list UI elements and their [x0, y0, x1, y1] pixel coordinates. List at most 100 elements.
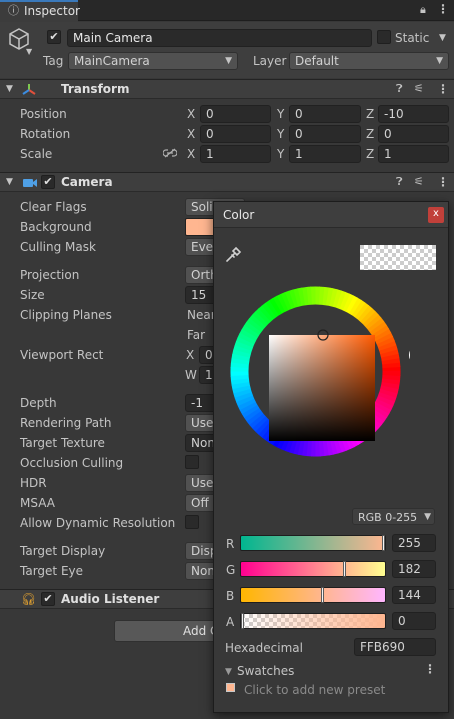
- scale-label: Scale: [20, 147, 53, 161]
- r-slider-handle[interactable]: [382, 535, 385, 551]
- scale-z-input[interactable]: 1: [378, 145, 449, 163]
- target-display-label: Target Display: [20, 544, 106, 558]
- occlusion-culling-checkbox[interactable]: [185, 455, 199, 469]
- clear-flags-label: Clear Flags: [20, 200, 87, 214]
- scale-y-input[interactable]: 1: [289, 145, 361, 163]
- depth-label: Depth: [20, 396, 57, 410]
- scale-x-input[interactable]: 1: [200, 145, 271, 163]
- allow-dynamic-resolution-checkbox[interactable]: [185, 515, 199, 529]
- position-y-input[interactable]: 0: [289, 105, 361, 123]
- hue-wheel[interactable]: [221, 277, 410, 466]
- axis-x-label: X: [187, 107, 196, 121]
- tag-value: MainCamera: [74, 54, 150, 68]
- static-dropdown-icon[interactable]: ▼: [439, 30, 446, 46]
- far-label: Far: [187, 328, 206, 342]
- hdr-label: HDR: [20, 476, 47, 490]
- hexadecimal-input[interactable]: FFB690: [354, 638, 436, 656]
- b-channel-input[interactable]: 144: [392, 586, 436, 604]
- near-label: Near: [187, 308, 216, 322]
- a-channel-input[interactable]: 0: [392, 612, 436, 630]
- preset-icon[interactable]: ⚟: [414, 174, 424, 190]
- layer-dropdown[interactable]: Default ▼: [289, 52, 449, 70]
- position-z-input[interactable]: -10: [378, 105, 449, 123]
- g-slider-handle[interactable]: [343, 561, 346, 577]
- close-icon: x: [433, 208, 439, 219]
- background-label: Background: [20, 220, 92, 234]
- inspector-tab[interactable]: ⓘ Inspector: [0, 0, 80, 22]
- headphones-icon: 🎧︎: [21, 592, 37, 606]
- hexadecimal-label: Hexadecimal: [225, 641, 303, 655]
- r-channel-input[interactable]: 255: [392, 534, 436, 552]
- a-slider-handle[interactable]: [241, 613, 244, 629]
- b-channel-slider[interactable]: [240, 587, 386, 603]
- kebab-icon[interactable]: ⋮: [424, 661, 436, 677]
- a-channel-slider[interactable]: [240, 613, 386, 629]
- add-preset-swatch[interactable]: [226, 683, 235, 692]
- foldout-arrow-icon[interactable]: ▼: [6, 81, 13, 97]
- chevron-down-icon[interactable]: ▼: [26, 44, 32, 60]
- kebab-icon[interactable]: ⋮: [437, 1, 449, 17]
- projection-label: Projection: [20, 268, 80, 282]
- foldout-arrow-icon[interactable]: ▼: [225, 664, 232, 680]
- layer-label: Layer: [253, 54, 287, 68]
- help-icon[interactable]: ❓︎: [396, 81, 403, 97]
- position-label: Position: [20, 107, 67, 121]
- chevron-down-icon: ▼: [225, 56, 232, 66]
- color-preview-swatch: [360, 245, 436, 270]
- axis-y-label: Y: [277, 147, 285, 161]
- target-eye-label: Target Eye: [20, 564, 84, 578]
- color-mode-value: RGB 0-255: [358, 511, 418, 524]
- help-icon[interactable]: ❓︎: [396, 174, 403, 190]
- rotation-y-input[interactable]: 0: [289, 125, 361, 143]
- transform-header[interactable]: ▼ Transform ❓︎ ⚟ ⋮: [0, 79, 454, 99]
- camera-enabled-checkbox[interactable]: ✔: [41, 175, 55, 189]
- target-texture-label: Target Texture: [20, 436, 105, 450]
- clipping-planes-label: Clipping Planes: [20, 308, 112, 322]
- color-picker-titlebar[interactable]: Color x: [214, 202, 448, 228]
- color-mode-dropdown[interactable]: RGB 0-255 ▼: [352, 508, 435, 525]
- viewport-x-label: X: [186, 348, 195, 362]
- chevron-down-icon: ▼: [436, 56, 443, 66]
- eyedropper-icon[interactable]: [224, 246, 242, 264]
- foldout-arrow-icon[interactable]: ▼: [6, 174, 13, 190]
- kebab-icon[interactable]: ⋮: [437, 81, 449, 97]
- add-preset-label[interactable]: Click to add new preset: [244, 682, 385, 698]
- lock-icon[interactable]: 🔒︎: [420, 2, 426, 18]
- close-button[interactable]: x: [428, 207, 444, 223]
- rotation-z-input[interactable]: 0: [378, 125, 449, 143]
- viewport-rect-label: Viewport Rect: [20, 348, 104, 362]
- r-channel-slider[interactable]: [240, 535, 386, 551]
- gameobject-name-input[interactable]: Main Camera: [67, 29, 372, 47]
- transform-title: Transform: [61, 82, 130, 96]
- info-icon: ⓘ: [8, 4, 19, 17]
- r-channel-label: R: [226, 537, 235, 551]
- axis-x-label: X: [187, 127, 196, 141]
- static-checkbox[interactable]: [377, 30, 391, 44]
- rotation-x-input[interactable]: 0: [200, 125, 271, 143]
- active-checkbox[interactable]: ✔: [47, 30, 61, 44]
- transform-icon: [22, 84, 36, 95]
- tag-dropdown[interactable]: MainCamera ▼: [68, 52, 238, 70]
- a-channel-label: A: [226, 615, 235, 629]
- preset-icon[interactable]: ⚟: [414, 81, 424, 97]
- constrain-proportions-icon[interactable]: [163, 148, 177, 158]
- g-channel-input[interactable]: 182: [392, 560, 436, 578]
- axis-y-label: Y: [277, 107, 285, 121]
- layer-value: Default: [295, 54, 339, 68]
- camera-header[interactable]: ▼ ✔ Camera ❓︎ ⚟ ⋮: [0, 172, 454, 192]
- chevron-down-icon: ▼: [424, 512, 431, 522]
- color-picker-title: Color: [223, 208, 255, 222]
- g-channel-slider[interactable]: [240, 561, 386, 577]
- position-x-input[interactable]: 0: [200, 105, 271, 123]
- culling-mask-label: Culling Mask: [20, 240, 96, 254]
- viewport-w-label: W: [185, 368, 197, 382]
- color-picker-window[interactable]: Color x RGB 0-255 ▼ R 255 G 182 B 144 A …: [213, 201, 449, 713]
- b-slider-handle[interactable]: [321, 587, 324, 603]
- axis-z-label: Z: [366, 127, 375, 141]
- swatches-label[interactable]: Swatches: [237, 663, 294, 679]
- tag-label: Tag: [43, 54, 64, 68]
- size-label: Size: [20, 288, 45, 302]
- allow-dynamic-resolution-label: Allow Dynamic Resolution: [20, 516, 176, 530]
- audio-listener-enabled-checkbox[interactable]: ✔: [41, 592, 55, 606]
- kebab-icon[interactable]: ⋮: [437, 174, 449, 190]
